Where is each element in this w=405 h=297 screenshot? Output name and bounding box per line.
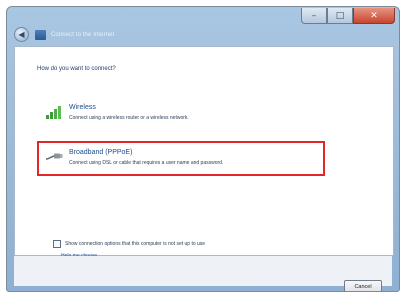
cancel-button[interactable]: Cancel xyxy=(344,280,382,291)
title-bar[interactable]: – □ ✕ ◀ Connect to the Internet xyxy=(7,7,399,45)
wizard-title: Connect to the Internet xyxy=(51,31,115,38)
show-options-row[interactable]: Show connection options that this comput… xyxy=(53,240,205,248)
wizard-question: How do you want to connect? xyxy=(37,66,116,72)
network-icon xyxy=(35,29,46,40)
connect-wizard-window: – □ ✕ ◀ Connect to the Internet How do y… xyxy=(6,6,400,292)
option-wireless[interactable]: Wireless Connect using a wireless router… xyxy=(37,97,327,131)
wizard-content: How do you want to connect? Wireless Con… xyxy=(14,46,394,259)
option-wireless-title: Wireless xyxy=(69,104,96,111)
maximize-button[interactable]: □ xyxy=(327,8,353,24)
wizard-footer: Cancel xyxy=(14,256,392,291)
wizard-nav: ◀ Connect to the Internet xyxy=(14,27,114,42)
option-wireless-description: Connect using a wireless router or a wir… xyxy=(69,115,189,121)
window-controls: – □ ✕ xyxy=(301,8,395,24)
highlight-box xyxy=(37,141,325,176)
close-button[interactable]: ✕ xyxy=(353,8,395,24)
show-options-checkbox[interactable] xyxy=(53,240,61,248)
show-options-label: Show connection options that this comput… xyxy=(65,241,206,247)
minimize-button[interactable]: – xyxy=(301,8,327,24)
wireless-signal-icon xyxy=(46,106,61,119)
back-arrow-icon[interactable]: ◀ xyxy=(14,27,29,42)
